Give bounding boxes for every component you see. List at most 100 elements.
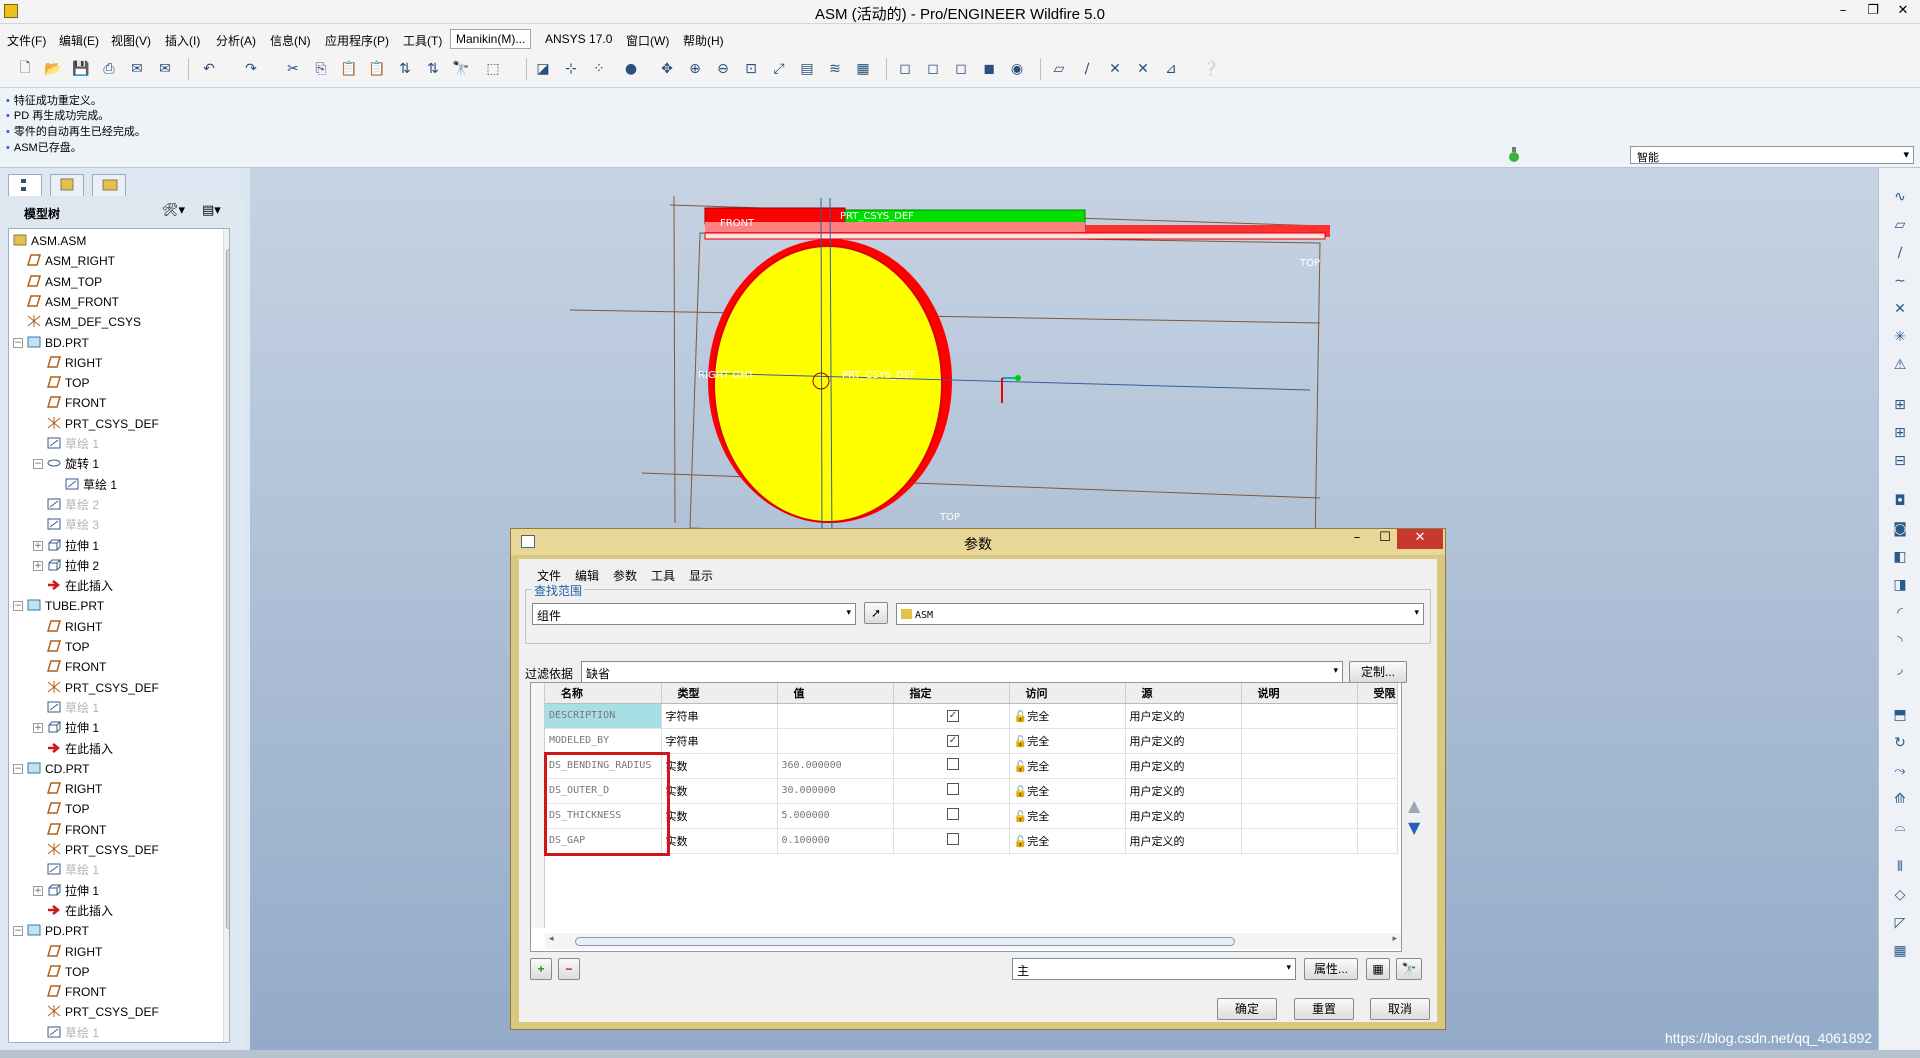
table-row[interactable]: DS_THICKNESS 实数 5.000000 🔓完全 用户定义的	[545, 803, 1398, 829]
spin-center-icon[interactable]: ✥	[656, 58, 678, 80]
tree-item[interactable]: FRONT	[46, 657, 106, 677]
expand-toggle-icon[interactable]: −	[13, 763, 23, 774]
assemble-icon[interactable]: ⊞	[1889, 394, 1911, 416]
param-value-cell[interactable]	[777, 728, 894, 754]
expand-toggle-icon[interactable]: +	[33, 723, 43, 734]
param-access-cell[interactable]: 🔓完全	[1009, 828, 1126, 854]
tree-item[interactable]: 草绘 1	[65, 475, 117, 495]
tree-item[interactable]: RIGHT	[46, 617, 102, 637]
param-value-cell[interactable]: 0.100000	[777, 828, 894, 854]
table-row[interactable]: MODELED_BY 字符串 ✓ 🔓完全 用户定义的	[545, 728, 1398, 754]
menu-file[interactable]: 文件(F)	[7, 32, 46, 49]
tree-settings-icon[interactable]: 🛠▾	[162, 203, 185, 218]
reorient-icon[interactable]: ⤢	[768, 58, 790, 80]
param-source-cell[interactable]: 用户定义的	[1125, 803, 1242, 829]
layers-icon[interactable]: ≋	[824, 58, 846, 80]
tree-item[interactable]: 在此插入	[47, 901, 113, 921]
tree-item[interactable]: TOP	[46, 373, 89, 393]
scope-object-dropdown[interactable]: ASM ▾	[896, 603, 1424, 625]
param-restricted-cell[interactable]	[1357, 753, 1398, 779]
zoom-out-icon[interactable]: ⊖	[712, 58, 734, 80]
intersect-tool-icon[interactable]: ◸	[1889, 912, 1911, 934]
enhanced-realism-icon[interactable]: ◉	[1006, 58, 1028, 80]
tree-item[interactable]: TOP	[46, 637, 89, 657]
param-designate-cell[interactable]	[893, 828, 1010, 854]
tab-favorites[interactable]	[92, 174, 126, 196]
tree-item[interactable]: RIGHT	[46, 353, 102, 373]
maximize-button[interactable]: ❐	[1858, 0, 1888, 22]
menu-ansys[interactable]: ANSYS 17.0	[545, 32, 612, 46]
csys-tool-icon[interactable]: ✳	[1889, 326, 1911, 348]
dialog-close-button[interactable]: ✕	[1397, 529, 1443, 549]
param-designate-cell[interactable]: ✓	[893, 703, 1010, 729]
undo-icon[interactable]: ↶	[198, 58, 220, 80]
customize-button[interactable]: 定制...	[1349, 661, 1407, 683]
dialog-menu-parameters[interactable]: 参数	[613, 567, 637, 584]
tree-item[interactable]: TOP	[46, 799, 89, 819]
email-icon[interactable]: ✉	[126, 58, 148, 80]
tree-item[interactable]: RIGHT	[46, 779, 102, 799]
tree-item[interactable]: TUBE.PRT	[27, 596, 104, 616]
search-parameters-icon[interactable]: 🔭	[1396, 958, 1422, 980]
parameter-set-dropdown[interactable]: 主 ▾	[1012, 958, 1296, 980]
tab-model-tree[interactable]	[8, 174, 42, 196]
dialog-maximize-button[interactable]: ☐	[1371, 529, 1399, 549]
revolve-tool-icon[interactable]: ↻	[1889, 732, 1911, 754]
tab-folder-browser[interactable]	[50, 174, 84, 196]
tree-item[interactable]: 草绘 1	[47, 1023, 99, 1042]
zoom-in-icon[interactable]: ⊕	[684, 58, 706, 80]
tree-item[interactable]: 拉伸 1	[47, 881, 99, 901]
tree-item[interactable]: RIGHT	[46, 942, 102, 962]
boundary-blend-icon[interactable]: ⌓	[1889, 816, 1911, 838]
shell-tool-icon[interactable]: ◙	[1889, 518, 1911, 540]
dialog-title-bar[interactable]: 参数 – ☐ ✕	[511, 529, 1445, 555]
tree-item[interactable]: ASM_RIGHT	[26, 251, 115, 271]
param-name-cell[interactable]: DESCRIPTION	[545, 703, 662, 729]
param-restricted-cell[interactable]	[1357, 803, 1398, 829]
tree-item[interactable]: 草绘 1	[47, 860, 99, 880]
param-description-cell[interactable]	[1241, 703, 1358, 729]
tree-item[interactable]: PRT_CSYS_DEF	[47, 840, 159, 860]
hole-tool-icon[interactable]: ◘	[1889, 490, 1911, 512]
param-access-cell[interactable]: 🔓完全	[1009, 728, 1126, 754]
designate-checkbox[interactable]: ✓	[947, 735, 959, 747]
param-access-cell[interactable]: 🔓完全	[1009, 803, 1126, 829]
param-type-cell[interactable]: 实数	[661, 778, 778, 804]
package-icon[interactable]: ⊟	[1889, 450, 1911, 472]
param-value-cell[interactable]: 30.000000	[777, 778, 894, 804]
tree-item[interactable]: ASM.ASM	[13, 231, 86, 251]
tree-item[interactable]: 在此插入	[47, 576, 113, 596]
param-value-cell[interactable]: 360.000000	[777, 753, 894, 779]
param-restricted-cell[interactable]	[1357, 778, 1398, 804]
expand-toggle-icon[interactable]: −	[13, 601, 23, 612]
tree-item[interactable]: 拉伸 2	[47, 556, 99, 576]
display-style-icon[interactable]: ●	[620, 58, 642, 80]
pattern-tool-icon[interactable]: ▦	[1889, 940, 1911, 962]
designate-checkbox[interactable]	[947, 833, 959, 845]
datum-axes-toggle-icon[interactable]: ⊹	[560, 58, 582, 80]
email-link-icon[interactable]: ✉	[154, 58, 176, 80]
tree-show-icon[interactable]: ▤▾	[202, 203, 221, 218]
menu-insert[interactable]: 插入(I)	[165, 32, 200, 49]
param-access-cell[interactable]: 🔓完全	[1009, 778, 1126, 804]
remove-parameter-button[interactable]: −	[558, 958, 580, 980]
redo-icon[interactable]: ↷	[240, 58, 262, 80]
refit-icon[interactable]: ⊡	[740, 58, 762, 80]
tree-item[interactable]: PRT_CSYS_DEF	[47, 1002, 159, 1022]
menu-window[interactable]: 窗口(W)	[626, 32, 669, 49]
param-source-cell[interactable]: 用户定义的	[1125, 778, 1242, 804]
designate-checkbox[interactable]: ✓	[947, 710, 959, 722]
tree-item[interactable]: FRONT	[46, 982, 106, 1002]
blend-tool-icon[interactable]: ⟰	[1889, 788, 1911, 810]
tree-item[interactable]: FRONT	[46, 820, 106, 840]
annotation-display-icon[interactable]: ⊿	[1160, 58, 1182, 80]
tree-item[interactable]: CD.PRT	[27, 759, 89, 779]
tree-item[interactable]: 在此插入	[47, 739, 113, 759]
move-down-icon[interactable]: ▼	[1408, 818, 1420, 837]
analysis-tool-icon[interactable]: ⚠	[1889, 354, 1911, 376]
tree-item[interactable]: ASM_DEF_CSYS	[27, 312, 141, 332]
datum-point-tool-icon[interactable]: ✕	[1889, 298, 1911, 320]
param-type-cell[interactable]: 字符串	[661, 703, 778, 729]
param-description-cell[interactable]	[1241, 778, 1358, 804]
param-access-cell[interactable]: 🔓完全	[1009, 703, 1126, 729]
